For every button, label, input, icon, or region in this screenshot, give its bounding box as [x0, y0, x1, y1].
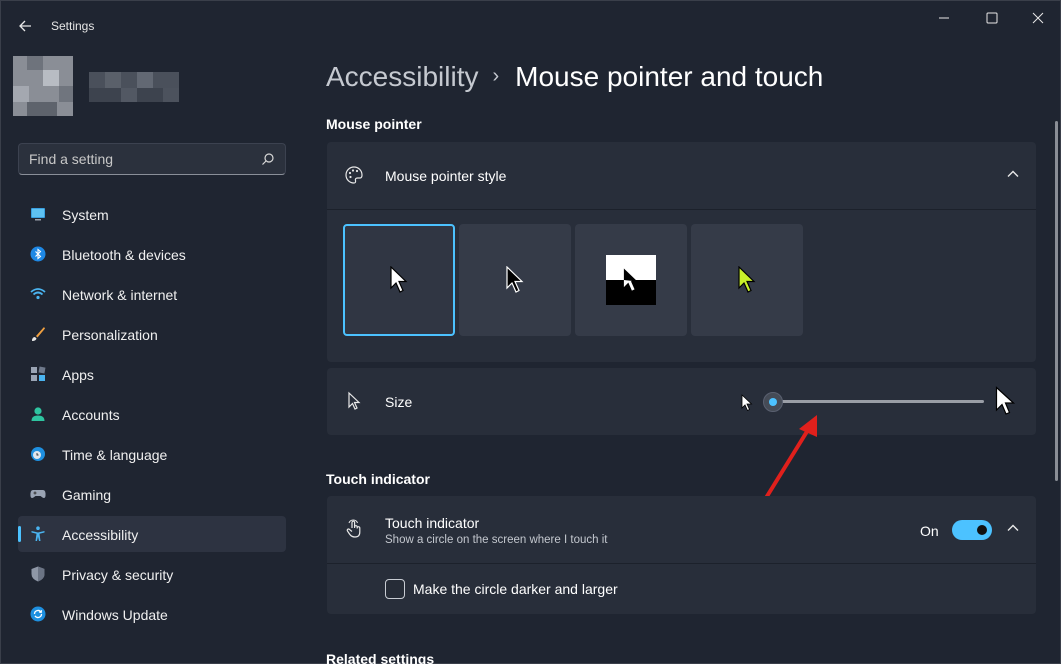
- back-button[interactable]: [15, 15, 37, 37]
- scrollbar[interactable]: [1055, 121, 1058, 481]
- touch-indicator-card: Touch indicator Show a circle on the scr…: [327, 496, 1036, 614]
- mouse-pointer-style-header[interactable]: Mouse pointer style: [327, 142, 1036, 209]
- sidebar-item-label: Gaming: [62, 487, 112, 503]
- globe-clock-icon: [31, 447, 45, 461]
- sidebar-item-label: Personalization: [62, 327, 158, 343]
- sidebar-item-label: Network & internet: [62, 287, 178, 303]
- sidebar-nav: System Bluetooth & devices Network & int…: [18, 196, 286, 636]
- maximize-icon: [986, 12, 998, 24]
- person-icon: [31, 407, 45, 421]
- monitor-icon: [31, 208, 45, 221]
- close-icon: [1032, 12, 1044, 24]
- sidebar-item-network[interactable]: Network & internet: [18, 276, 286, 312]
- sidebar-item-time-language[interactable]: Time & language: [18, 436, 286, 472]
- section-title-related-settings: Related settings: [326, 651, 435, 664]
- update-icon: [30, 606, 46, 622]
- inverted-cursor-icon: [623, 268, 638, 291]
- toggle-knob: [977, 525, 987, 535]
- gamepad-icon: [30, 490, 46, 498]
- touch-indicator-header[interactable]: Touch indicator Show a circle on the scr…: [327, 496, 1036, 563]
- sidebar-item-accessibility[interactable]: Accessibility: [18, 516, 286, 552]
- sidebar-item-gaming[interactable]: Gaming: [18, 476, 286, 512]
- pointer-style-black[interactable]: [459, 224, 571, 336]
- settings-window: Settings Find a setting System Bluetooth…: [0, 0, 1061, 664]
- search-input[interactable]: [19, 144, 249, 174]
- sidebar-item-personalization[interactable]: Personalization: [18, 316, 286, 352]
- sidebar-item-label: Time & language: [62, 447, 168, 463]
- pointer-size-icon: [348, 391, 361, 410]
- darker-circle-checkbox[interactable]: [385, 579, 405, 599]
- size-slider-track[interactable]: [772, 400, 984, 403]
- toggle-state-label: On: [920, 523, 939, 539]
- sidebar-item-label: Windows Update: [62, 607, 168, 623]
- apps-icon: [31, 366, 46, 381]
- sidebar-item-label: Accessibility: [62, 527, 139, 543]
- size-slider-thumb[interactable]: [763, 392, 783, 412]
- pointer-style-options: [327, 209, 1036, 362]
- title-bar: Settings: [1, 1, 1060, 49]
- size-label: Size: [385, 394, 413, 410]
- palette-icon: [345, 166, 363, 184]
- brush-icon: [32, 327, 45, 341]
- pointer-size-card: Size: [327, 368, 1036, 435]
- sidebar-item-accounts[interactable]: Accounts: [18, 396, 286, 432]
- section-title-mouse-pointer: Mouse pointer: [326, 116, 422, 132]
- sidebar-item-privacy[interactable]: Privacy & security: [18, 556, 286, 592]
- bluetooth-icon: [30, 246, 46, 262]
- app-title: Settings: [51, 19, 95, 33]
- minimize-button[interactable]: [921, 7, 967, 33]
- sidebar-item-windows-update[interactable]: Windows Update: [18, 596, 286, 632]
- sidebar-item-bluetooth[interactable]: Bluetooth & devices: [18, 236, 286, 272]
- close-button[interactable]: [1015, 7, 1061, 33]
- sidebar-item-label: Privacy & security: [62, 567, 174, 583]
- minimize-icon: [939, 17, 949, 19]
- sidebar-item-label: Accounts: [62, 407, 120, 423]
- mouse-pointer-style-label: Mouse pointer style: [385, 168, 507, 184]
- sidebar-item-system[interactable]: System: [18, 196, 286, 232]
- sidebar-item-label: Apps: [62, 367, 94, 383]
- search-icon[interactable]: [261, 152, 275, 166]
- user-profile-blurred: [13, 56, 183, 122]
- sidebar-item-apps[interactable]: Apps: [18, 356, 286, 392]
- breadcrumb-separator: ›: [492, 65, 500, 87]
- custom-color-cursor-icon: [738, 266, 756, 293]
- touch-indicator-toggle[interactable]: [952, 520, 992, 540]
- accessibility-icon: [31, 526, 45, 541]
- shield-icon: [31, 566, 45, 582]
- inverted-preview: [606, 255, 656, 305]
- sidebar-item-label: Bluetooth & devices: [62, 247, 186, 263]
- mouse-pointer-style-card: Mouse pointer style: [327, 142, 1036, 362]
- pointer-style-inverted[interactable]: [575, 224, 687, 336]
- chevron-up-icon[interactable]: [1006, 523, 1020, 533]
- breadcrumb: Accessibility › Mouse pointer and touch: [326, 61, 823, 93]
- wifi-icon: [30, 288, 46, 300]
- search-box[interactable]: [18, 143, 286, 175]
- chevron-up-icon[interactable]: [1006, 169, 1020, 179]
- white-cursor-icon: [390, 266, 408, 293]
- back-arrow-icon: [19, 20, 31, 32]
- touch-hand-icon: [346, 519, 361, 538]
- pointer-style-white[interactable]: [343, 224, 455, 336]
- touch-indicator-description: Show a circle on the screen where I touc…: [385, 534, 608, 546]
- black-cursor-icon: [506, 266, 524, 293]
- darker-circle-label[interactable]: Make the circle darker and larger: [413, 581, 618, 597]
- large-cursor-icon: [995, 386, 1016, 415]
- touch-indicator-title: Touch indicator: [385, 515, 480, 531]
- breadcrumb-parent-link[interactable]: Accessibility: [326, 61, 478, 92]
- maximize-button[interactable]: [969, 7, 1015, 33]
- section-title-touch-indicator: Touch indicator: [326, 471, 430, 487]
- page-title: Mouse pointer and touch: [515, 61, 824, 92]
- small-cursor-icon: [741, 394, 753, 412]
- pointer-style-custom[interactable]: [691, 224, 803, 336]
- darker-circle-row: Make the circle darker and larger: [327, 563, 1036, 613]
- sidebar-item-label: System: [62, 207, 109, 223]
